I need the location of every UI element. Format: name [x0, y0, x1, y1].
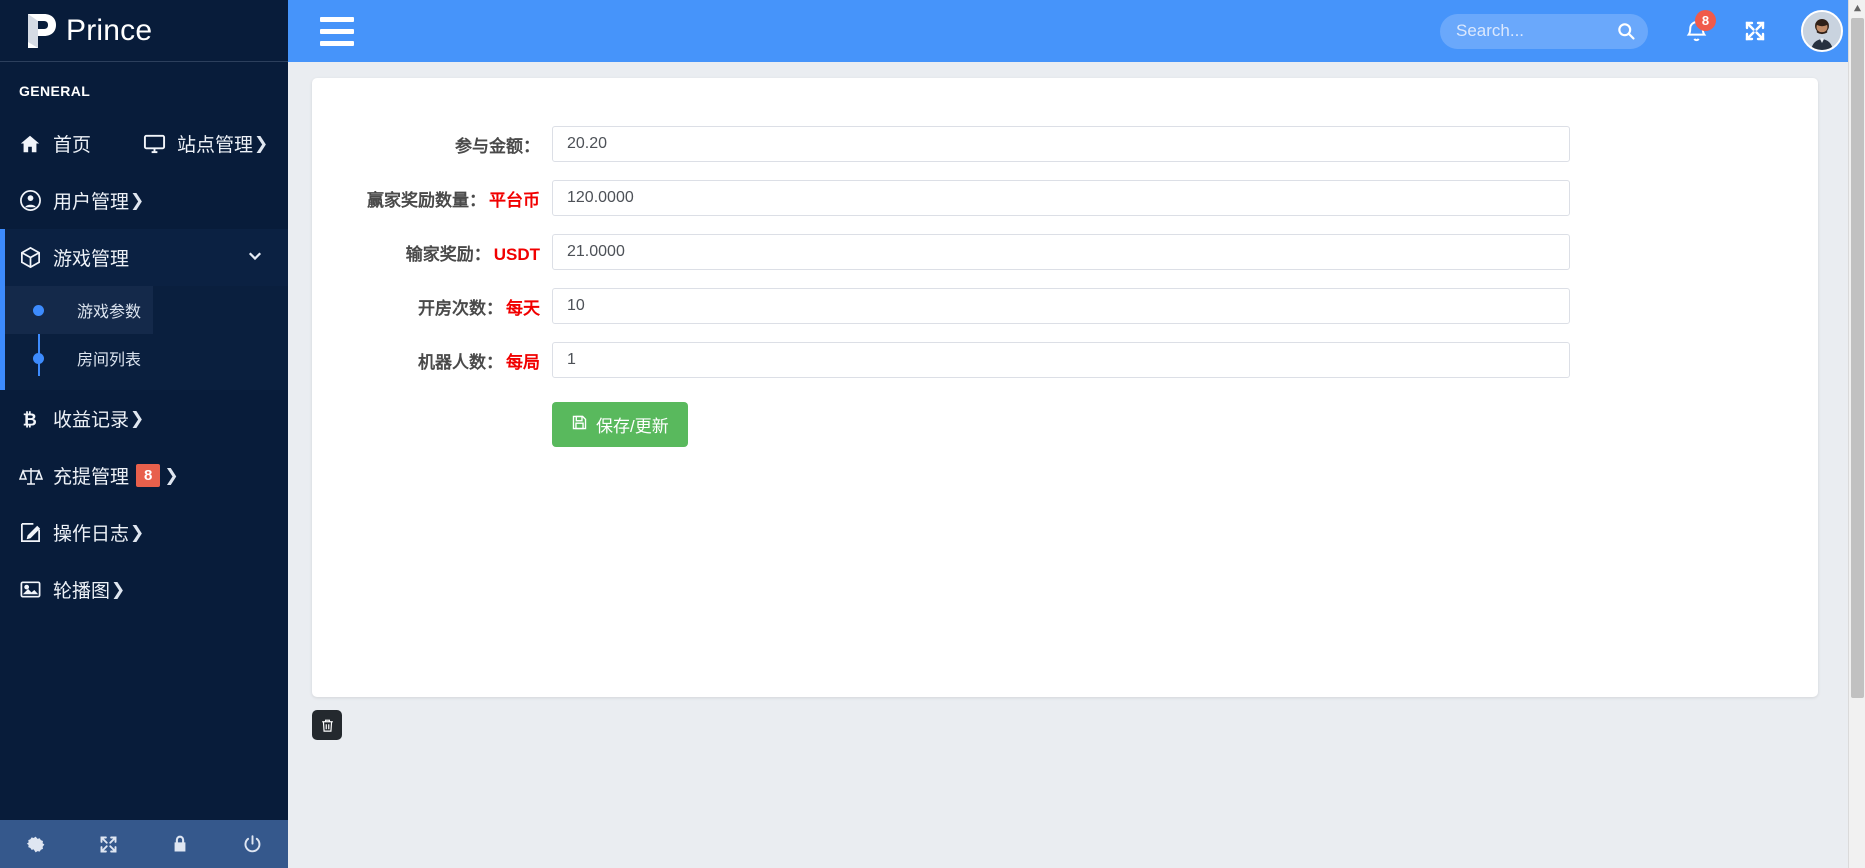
sidebar-item-user-management[interactable]: 用户管理 ❯: [0, 172, 288, 229]
sidebar-item-revenue-records[interactable]: ₿ 收益记录 ❯: [0, 390, 288, 447]
form-row-participation-amount: 参与金额：: [312, 126, 1818, 162]
topbar: 8: [288, 0, 1865, 62]
form-row-robot-count: 机器人数： 每局: [312, 342, 1818, 378]
form-row-winner-reward: 赢家奖励数量： 平台币: [312, 180, 1818, 216]
admin-dashboard: Prince GENERAL 首页 站点管理 ❯ 用户管理 ❯ 游戏管理 游戏参…: [0, 0, 1865, 868]
chevron-down-icon: [246, 246, 264, 269]
form-label-text: 参与金额：: [455, 136, 540, 156]
sidebar-item-label: 充提管理: [53, 467, 130, 488]
fullscreen-icon[interactable]: [1743, 19, 1767, 43]
brand-name: Prince: [66, 13, 153, 47]
sidebar: Prince GENERAL 首页 站点管理 ❯ 用户管理 ❯ 游戏管理 游戏参…: [0, 0, 288, 868]
cube-icon: [19, 246, 47, 269]
submenu-dot-icon: [33, 352, 44, 364]
form-label-text: 开房次数：: [418, 298, 503, 318]
form-label-text: 输家奖励：: [405, 244, 491, 264]
svg-text:₿: ₿: [23, 410, 37, 430]
sidebar-section-title: GENERAL: [19, 83, 91, 99]
sidebar-item-label: 游戏管理: [53, 249, 130, 270]
game-params-card: 参与金额： 赢家奖励数量：平台币 输家奖励：USDT: [312, 78, 1818, 697]
prince-logo-icon: [24, 12, 58, 50]
user-circle-icon: [19, 189, 47, 212]
hamburger-bar: [320, 40, 354, 46]
status-badge: 8: [136, 464, 161, 487]
sidebar-item-deposit-withdraw[interactable]: 充提管理 8 ❯: [0, 447, 288, 504]
sidebar-item-operation-log[interactable]: 操作日志 ❯: [0, 504, 288, 561]
participation-amount-input[interactable]: [552, 126, 1570, 162]
robot-count-input[interactable]: [552, 342, 1570, 378]
scrollbar-thumb[interactable]: [1851, 18, 1864, 698]
sidebar-item-label: 操作日志: [53, 524, 130, 545]
sidebar-item-game-management[interactable]: 游戏管理: [0, 229, 288, 286]
sidebar-submenu-game-management: 游戏参数 房间列表: [0, 286, 288, 390]
floppy-disk-icon: [571, 414, 588, 436]
notification-count-badge: 8: [1695, 9, 1716, 31]
submenu-dot-icon: [33, 304, 44, 316]
sidebar-item-label: 用户管理: [53, 192, 130, 213]
chevron-right-icon: ❯: [130, 522, 145, 543]
sidebar-item-label: 轮播图: [53, 581, 111, 602]
power-icon[interactable]: [216, 820, 288, 868]
save-button[interactable]: 保存/更新: [552, 402, 688, 447]
image-icon: [19, 578, 47, 601]
monitor-icon: [143, 132, 171, 155]
form-label: 参与金额：: [312, 132, 552, 157]
save-button-label: 保存/更新: [596, 417, 669, 436]
trash-icon[interactable]: [312, 710, 342, 740]
room-open-count-input[interactable]: [552, 288, 1570, 324]
sidebar-item-game-params[interactable]: 游戏参数: [5, 286, 153, 334]
form-row-loser-reward: 输家奖励： USDT: [312, 234, 1818, 270]
search-icon[interactable]: [1616, 21, 1636, 41]
sidebar-item-home[interactable]: 首页: [53, 130, 91, 157]
sidebar-footer: [0, 820, 288, 868]
edit-square-icon: [19, 521, 47, 544]
chevron-right-icon: ❯: [111, 579, 126, 600]
form-label-unit: USDT: [493, 244, 540, 264]
chevron-right-icon: ❯: [254, 133, 269, 154]
form-row-room-open-count: 开房次数： 每天: [312, 288, 1818, 324]
sidebar-subitem-label: 游戏参数: [77, 304, 142, 321]
winner-reward-input[interactable]: [552, 180, 1570, 216]
scales-icon: [19, 464, 47, 488]
form-label-text: 机器人数：: [418, 352, 503, 372]
sidebar-row-home-site: 首页 站点管理 ❯: [0, 115, 288, 172]
sidebar-item-room-list[interactable]: 房间列表: [5, 334, 288, 382]
game-params-form: 参与金额： 赢家奖励数量：平台币 输家奖励：USDT: [312, 78, 1818, 447]
hamburger-bar: [320, 28, 354, 34]
lock-icon[interactable]: [144, 820, 216, 868]
expand-icon[interactable]: [72, 820, 144, 868]
hamburger-icon[interactable]: [320, 16, 354, 46]
scroll-up-arrow-icon[interactable]: [1849, 0, 1865, 17]
avatar[interactable]: [1801, 10, 1843, 52]
search-box: [1440, 13, 1648, 49]
sidebar-item-site-management[interactable]: 站点管理: [177, 130, 253, 157]
sidebar-item-label: 收益记录: [53, 410, 130, 431]
form-label: 开房次数： 每天: [312, 294, 552, 319]
gear-icon[interactable]: [0, 820, 72, 868]
sidebar-subitem-label: 房间列表: [77, 352, 142, 369]
chevron-right-icon: ❯: [164, 465, 179, 486]
hamburger-bar: [320, 16, 354, 22]
brand-logo[interactable]: Prince: [0, 0, 288, 62]
form-label-unit: 每局: [506, 352, 540, 372]
form-label: 机器人数： 每局: [312, 348, 552, 373]
form-label: 输家奖励： USDT: [312, 240, 552, 265]
main-content: 参与金额： 赢家奖励数量：平台币 输家奖励：USDT: [288, 62, 1865, 868]
form-label-unit: 平台币: [489, 190, 540, 210]
topbar-actions: 8: [1440, 9, 1865, 52]
chevron-right-icon: ❯: [130, 408, 145, 429]
form-label-unit: 每天: [506, 298, 540, 318]
sidebar-item-carousel[interactable]: 轮播图 ❯: [0, 561, 288, 618]
form-actions: 保存/更新: [312, 402, 1818, 447]
notifications-button[interactable]: 8: [1684, 9, 1716, 44]
form-label-text: 赢家奖励数量：: [367, 190, 486, 210]
loser-reward-input[interactable]: [552, 234, 1570, 270]
home-icon: [19, 133, 47, 155]
page-scrollbar[interactable]: [1848, 0, 1865, 868]
form-label: 赢家奖励数量： 平台币: [312, 186, 552, 211]
bitcoin-icon: ₿: [19, 408, 47, 430]
chevron-right-icon: ❯: [130, 190, 145, 211]
